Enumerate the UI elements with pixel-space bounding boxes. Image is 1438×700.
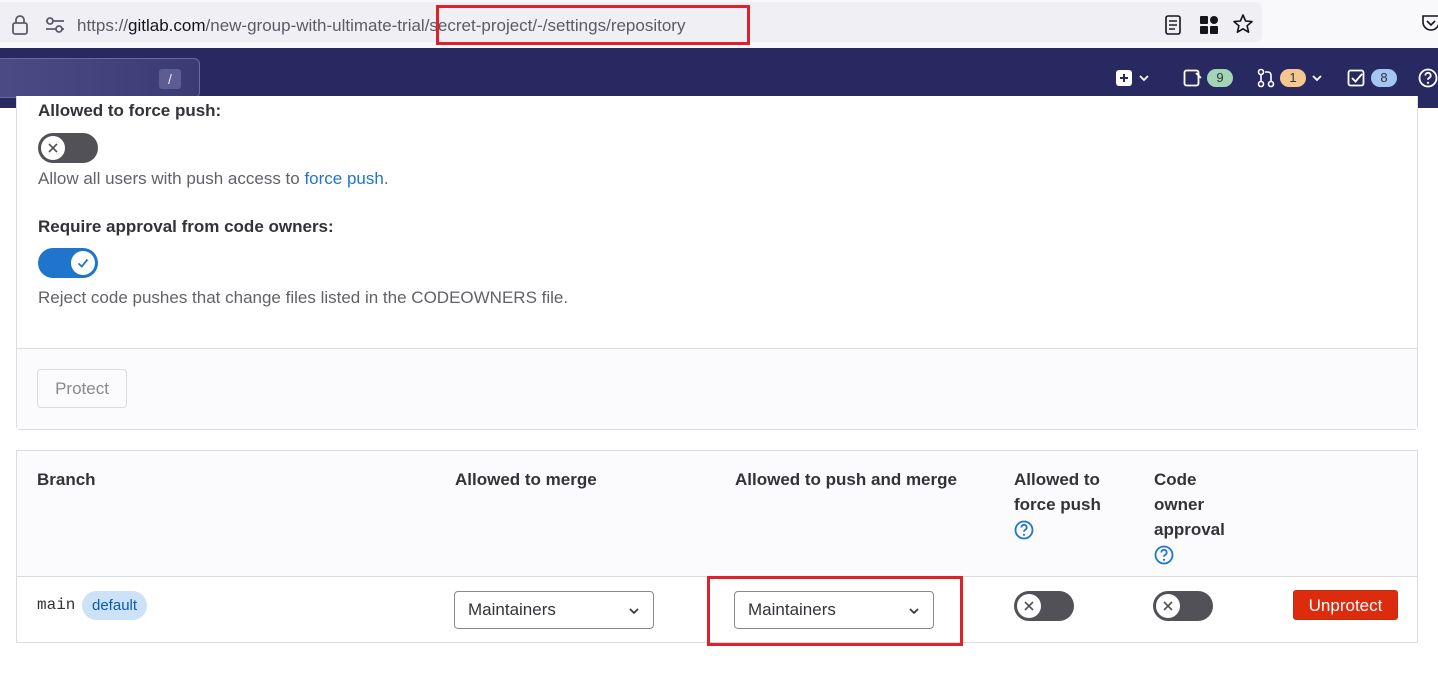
default-branch-badge: default (82, 591, 148, 620)
header-branch: Branch (37, 470, 96, 489)
checkmark-icon (77, 258, 89, 268)
force-push-help: Allow all users with push access to forc… (38, 169, 389, 189)
allowed-to-merge-value: Maintainers (468, 600, 556, 619)
header-code-owner-line3: approval (1154, 520, 1225, 539)
header-allowed-to-force-push: Allowed to force push (1014, 467, 1101, 540)
url-prefix: https:// (77, 16, 129, 35)
help-button[interactable] (1418, 65, 1438, 91)
create-new-button[interactable] (1115, 65, 1151, 91)
code-owner-approval-toggle[interactable] (38, 248, 98, 278)
extensions-grid-icon[interactable] (1199, 15, 1219, 35)
toggle-knob (41, 136, 65, 160)
issues-button[interactable]: 9 (1183, 65, 1233, 91)
allowed-to-push-and-merge-value: Maintainers (748, 600, 836, 619)
close-icon (1024, 601, 1034, 611)
toggle-knob (71, 251, 95, 275)
toggle-knob (1156, 594, 1180, 618)
browser-toolbar: https://gitlab.com/new-group-with-ultima… (0, 0, 1438, 48)
protected-branches-table: Branch Allowed to merge Allowed to push … (16, 450, 1418, 643)
code-owner-help: Reject code pushes that change files lis… (38, 288, 569, 307)
header-code-owner-line1: Code (1154, 470, 1197, 489)
search-input[interactable]: / (0, 58, 200, 98)
plus-square-icon (1116, 70, 1132, 86)
row-force-push-toggle[interactable] (1014, 591, 1074, 621)
force-push-help-prefix: Allow all users with push access to (38, 169, 305, 188)
table-header: Branch Allowed to merge Allowed to push … (17, 451, 1417, 577)
todo-check-icon (1347, 69, 1365, 87)
close-icon (1163, 601, 1173, 611)
header-allowed-to-push-and-merge: Allowed to push and merge (735, 470, 957, 489)
code-owner-label: Require approval from code owners: (38, 217, 334, 236)
merge-requests-count-badge: 1 (1280, 69, 1306, 87)
url-path: /new-group-with-ultimate-trial/secret-pr… (205, 16, 686, 35)
bookmark-star-icon[interactable] (1232, 13, 1254, 35)
merge-request-icon (1257, 68, 1275, 88)
force-push-label: Allowed to force push: (38, 101, 222, 120)
todos-count-badge: 8 (1371, 69, 1397, 87)
help-question-icon (1418, 68, 1438, 88)
header-allowed-to-merge: Allowed to merge (455, 470, 597, 489)
help-question-icon[interactable] (1014, 520, 1034, 540)
protect-button[interactable]: Protect (37, 369, 127, 408)
header-force-push-line1: Allowed to (1014, 470, 1100, 489)
protect-branch-form: Allowed to force push: Allow all users w… (16, 96, 1418, 430)
help-question-icon[interactable] (1154, 545, 1174, 565)
search-shortcut-key: / (159, 69, 181, 89)
reader-view-icon[interactable] (1164, 14, 1182, 36)
url-host: gitlab.com (128, 16, 206, 35)
issues-icon (1183, 69, 1202, 87)
chevron-down-icon (629, 608, 639, 615)
address-bar[interactable]: https://gitlab.com/new-group-with-ultima… (0, 2, 1262, 42)
chevron-down-icon (909, 608, 919, 615)
form-footer (17, 348, 1417, 429)
url-text[interactable]: https://gitlab.com/new-group-with-ultima… (77, 16, 685, 36)
site-permissions-icon[interactable] (44, 16, 66, 34)
todos-button[interactable]: 8 (1347, 65, 1397, 91)
row-code-owner-approval-toggle[interactable] (1153, 591, 1213, 621)
force-push-help-link[interactable]: force push (304, 169, 383, 188)
allowed-to-push-and-merge-select[interactable]: Maintainers (734, 591, 934, 629)
chevron-down-icon (1312, 75, 1322, 82)
unprotect-button[interactable]: Unprotect (1293, 590, 1398, 620)
close-icon (48, 143, 58, 153)
toggle-knob (1017, 594, 1041, 618)
chevron-down-icon (1139, 75, 1149, 82)
lock-icon (12, 15, 28, 35)
force-push-help-suffix: . (383, 169, 389, 188)
header-force-push-line2: force push (1014, 495, 1101, 514)
allowed-to-merge-select[interactable]: Maintainers (454, 591, 654, 629)
branch-name[interactable]: main (37, 596, 75, 614)
issues-count-badge: 9 (1207, 69, 1233, 87)
header-code-owner-line2: owner (1154, 495, 1205, 514)
header-code-owner-approval: Code owner approval (1154, 467, 1225, 565)
merge-requests-button[interactable]: 1 (1256, 65, 1324, 91)
force-push-toggle[interactable] (38, 133, 98, 163)
pocket-icon[interactable] (1420, 12, 1438, 34)
